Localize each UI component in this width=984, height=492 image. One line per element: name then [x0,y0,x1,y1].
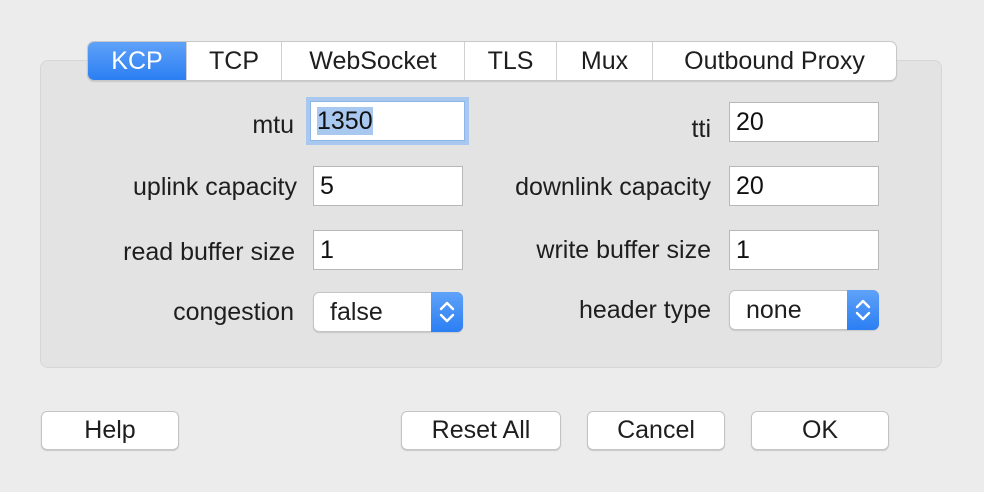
tab-websocket[interactable]: WebSocket [282,42,465,80]
tab-tls[interactable]: TLS [465,42,557,80]
uplink-capacity-field[interactable]: 5 [313,166,463,206]
ok-button[interactable]: OK [751,411,889,450]
tab-outbound-proxy[interactable]: Outbound Proxy [653,42,896,80]
downlink-capacity-label: downlink capacity [515,173,711,201]
header-type-popup[interactable]: none [729,290,879,330]
read-buffer-size-label: read buffer size [123,238,295,266]
tab-mux[interactable]: Mux [557,42,653,80]
tab-kcp[interactable]: KCP [88,42,187,80]
downlink-capacity-field[interactable]: 20 [729,166,879,206]
chevron-up-down-icon [431,292,463,332]
write-buffer-size-field[interactable]: 1 [729,230,879,270]
tti-label: tti [691,115,711,143]
header-type-label: header type [578,296,711,324]
chevron-up-down-icon [847,290,879,330]
congestion-popup[interactable]: false [313,292,463,332]
read-buffer-size-field[interactable]: 1 [313,230,463,270]
reset-all-button[interactable]: Reset All [401,411,561,450]
kcp-settings-window: KCP TCP WebSocket TLS Mux Outbound Proxy… [0,0,984,492]
uplink-capacity-label: uplink capacity [133,173,297,201]
mtu-field[interactable]: 1350 [310,101,465,141]
write-buffer-size-label: write buffer size [536,236,711,264]
mtu-label: mtu [252,111,294,139]
cancel-button[interactable]: Cancel [587,411,725,450]
tab-tcp[interactable]: TCP [187,42,282,80]
congestion-label: congestion [173,298,294,326]
mtu-value: 1350 [317,107,373,135]
header-type-value: none [746,296,802,324]
help-button[interactable]: Help [41,411,179,450]
congestion-value: false [330,298,383,326]
tti-field[interactable]: 20 [729,102,879,142]
transport-tab-bar: KCP TCP WebSocket TLS Mux Outbound Proxy [87,41,897,81]
